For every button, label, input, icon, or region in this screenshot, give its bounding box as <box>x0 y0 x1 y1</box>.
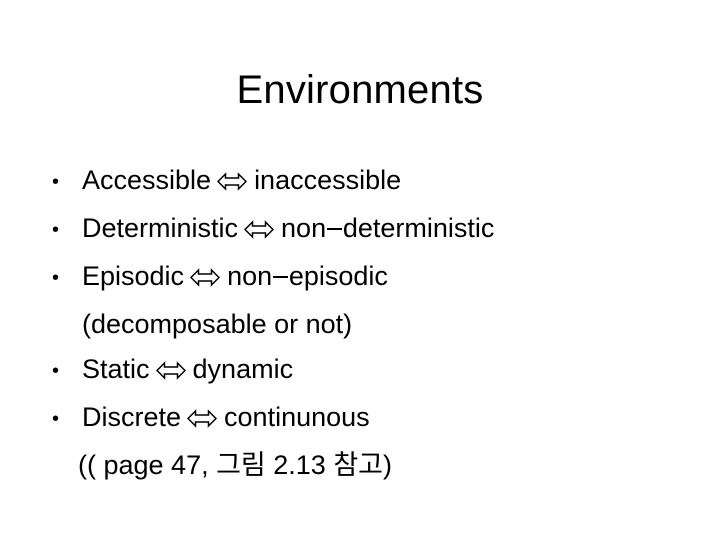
left-right-double-arrow-icon <box>217 172 248 191</box>
bullet-icon: • <box>52 267 60 289</box>
list-item-content: Episodic non episodic <box>82 254 388 299</box>
term-right: dynamic <box>192 354 294 384</box>
list-item: • Deterministic non deterministic <box>52 206 692 254</box>
slide: Environments • Accessible inaccessible •… <box>0 0 720 540</box>
term-left: Static <box>82 354 150 384</box>
bullet-icon: • <box>52 219 60 241</box>
list-item: • Discrete continunous <box>52 395 692 443</box>
left-right-double-arrow-icon <box>190 268 221 287</box>
term-left: Episodic <box>82 261 185 291</box>
term-left: Discrete <box>82 402 182 432</box>
list-item-content: Discrete continunous <box>82 395 370 440</box>
list-item: • Static dynamic <box>52 347 692 395</box>
term-right-prefix: non <box>281 213 327 243</box>
reference-text: (( page 47, 그림 2.13 참고) <box>78 450 392 480</box>
list-item: • Accessible inaccessible <box>52 158 692 206</box>
bullet-icon: • <box>52 360 60 382</box>
bullet-icon: • <box>52 171 60 193</box>
page-title: Environments <box>236 68 484 112</box>
term-right-suffix: deterministic <box>342 213 495 243</box>
term-right: inaccessible <box>254 165 402 195</box>
list-item-note: (decomposable or not) <box>52 302 692 347</box>
bullet-icon: • <box>52 408 60 430</box>
list-item: • Episodic non episodic <box>52 254 692 302</box>
term-right-suffix: episodic <box>288 261 388 291</box>
term-left: Deterministic <box>82 213 239 243</box>
list-item-content: Static dynamic <box>82 347 293 392</box>
left-right-double-arrow-icon <box>187 409 218 428</box>
term-right-prefix: non <box>227 261 273 291</box>
reference-content: (( page 47, 그림 2.13 참고) <box>78 443 392 488</box>
note-content: (decomposable or not) <box>82 302 352 347</box>
list-item-content: Accessible inaccessible <box>82 158 401 203</box>
term-right: continunous <box>224 402 370 432</box>
left-right-double-arrow-icon <box>155 361 186 380</box>
term-left: Accessible <box>82 165 212 195</box>
list-item-reference: (( page 47, 그림 2.13 참고) <box>52 443 692 488</box>
left-right-double-arrow-icon <box>244 220 275 239</box>
list-item-content: Deterministic non deterministic <box>82 206 494 251</box>
note-text: (decomposable or not) <box>82 309 353 339</box>
bullet-list: • Accessible inaccessible • Deterministi… <box>52 158 692 488</box>
